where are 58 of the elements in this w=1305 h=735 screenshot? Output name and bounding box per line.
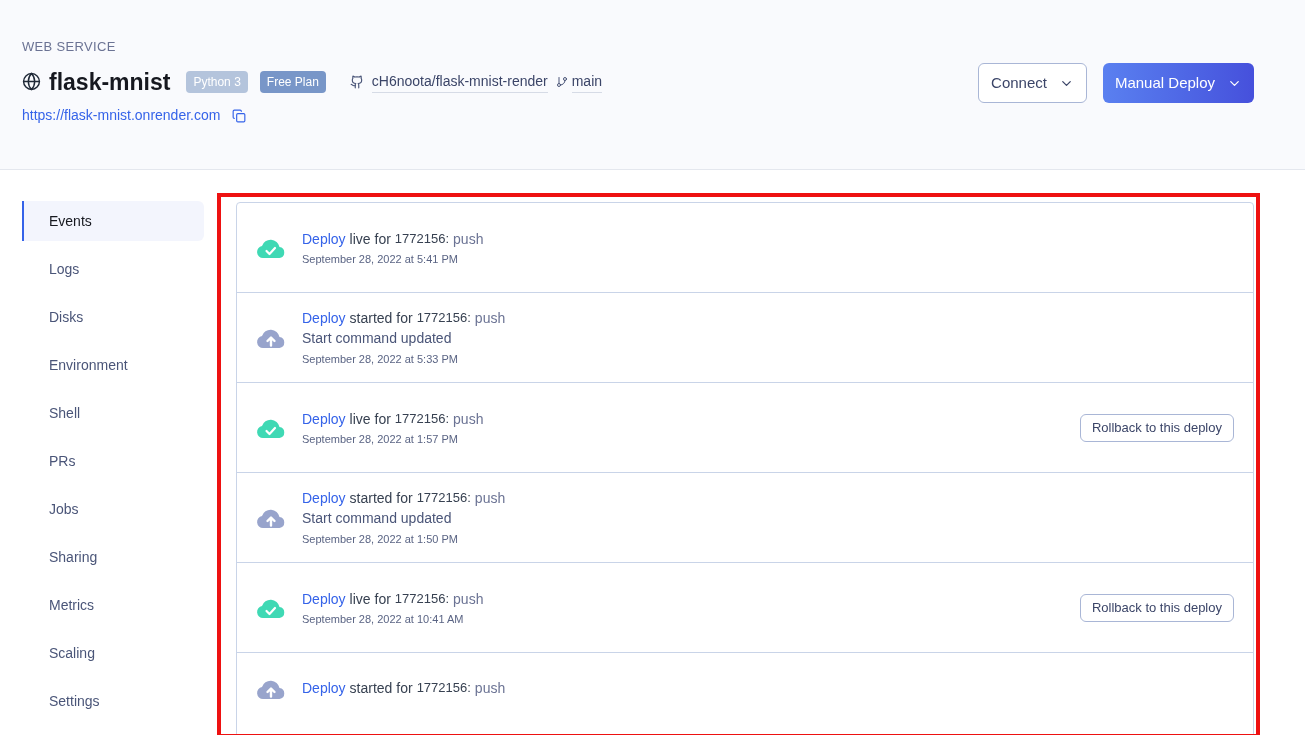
event-text: started for <box>349 679 413 698</box>
sidebar-item[interactable]: Events <box>22 201 204 241</box>
globe-icon <box>22 72 41 92</box>
trigger-text: push <box>453 409 484 429</box>
service-type-label: WEB SERVICE <box>22 38 117 56</box>
deploy-link[interactable]: Deploy <box>302 228 346 249</box>
commit-id: 1772156: <box>394 229 450 248</box>
sidebar-item[interactable]: Shell <box>22 393 204 433</box>
event-time: September 28, 2022 at 5:41 PM <box>302 251 459 267</box>
deploy-link[interactable]: Deploy <box>302 488 346 508</box>
commit-id: 1772156: <box>416 679 471 697</box>
trigger-text: push <box>474 489 506 508</box>
copy-icon[interactable] <box>232 108 247 123</box>
event-detail: Start command updated <box>302 509 453 528</box>
branch-icon <box>555 75 568 88</box>
commit-id: 1772156: <box>394 409 450 428</box>
commit-id: 1772156: <box>416 309 471 327</box>
deploy-link[interactable]: Deploy <box>302 588 346 609</box>
event-text: live for <box>349 409 391 429</box>
event-time: September 28, 2022 at 5:33 PM <box>302 352 459 367</box>
commit-id: 1772156: <box>394 589 450 608</box>
trigger-text: push <box>474 679 506 698</box>
sidebar-item[interactable]: Disks <box>22 297 204 337</box>
event-text: started for <box>349 309 413 328</box>
event-text: live for <box>349 589 391 609</box>
service-title: flask-mnist <box>49 67 171 97</box>
rollback-button[interactable]: Rollback to this deploy <box>1079 593 1234 622</box>
sidebar-item[interactable]: Scaling <box>22 633 204 673</box>
event-text: started for <box>349 489 413 508</box>
plan-badge: Python 3 <box>186 70 248 93</box>
commit-id: 1772156: <box>416 489 471 507</box>
event-time: September 28, 2022 at 1:57 PM <box>302 431 459 447</box>
event-detail: Start command updated <box>302 329 453 348</box>
deploy-link[interactable]: Deploy <box>302 408 346 429</box>
event-text: live for <box>349 229 391 249</box>
github-icon <box>349 74 364 89</box>
service-url-link[interactable]: https://flask-mnist.onrender.com <box>22 105 221 126</box>
deploy-link[interactable]: Deploy <box>302 678 346 698</box>
manual-deploy-button[interactable]: Manual Deploy <box>1102 63 1254 103</box>
sidebar-item[interactable]: Logs <box>22 249 204 289</box>
trigger-text: push <box>453 589 484 609</box>
trigger-text: push <box>474 309 506 328</box>
sidebar-item[interactable]: Sharing <box>22 537 204 577</box>
event-time: September 28, 2022 at 1:50 PM <box>302 532 459 547</box>
connect-button[interactable]: Connect <box>978 63 1087 103</box>
sidebar-item[interactable]: Jobs <box>22 489 204 529</box>
sidebar-item[interactable]: PRs <box>22 441 204 481</box>
sidebar-item[interactable]: Environment <box>22 345 204 385</box>
deploy-link[interactable]: Deploy <box>302 308 346 328</box>
repo-link[interactable]: cH6noota/flask-mnist-render <box>371 70 548 93</box>
cloud-upload-icon <box>256 678 286 700</box>
sidebar-item[interactable]: Metrics <box>22 585 204 625</box>
plan-badge: Free Plan <box>259 70 326 93</box>
event-time: September 28, 2022 at 10:41 AM <box>302 611 465 627</box>
branch-link[interactable]: main <box>571 70 603 93</box>
sidebar-item[interactable]: Settings <box>22 681 204 721</box>
trigger-text: push <box>453 229 484 249</box>
rollback-button[interactable]: Rollback to this deploy <box>1079 413 1234 442</box>
